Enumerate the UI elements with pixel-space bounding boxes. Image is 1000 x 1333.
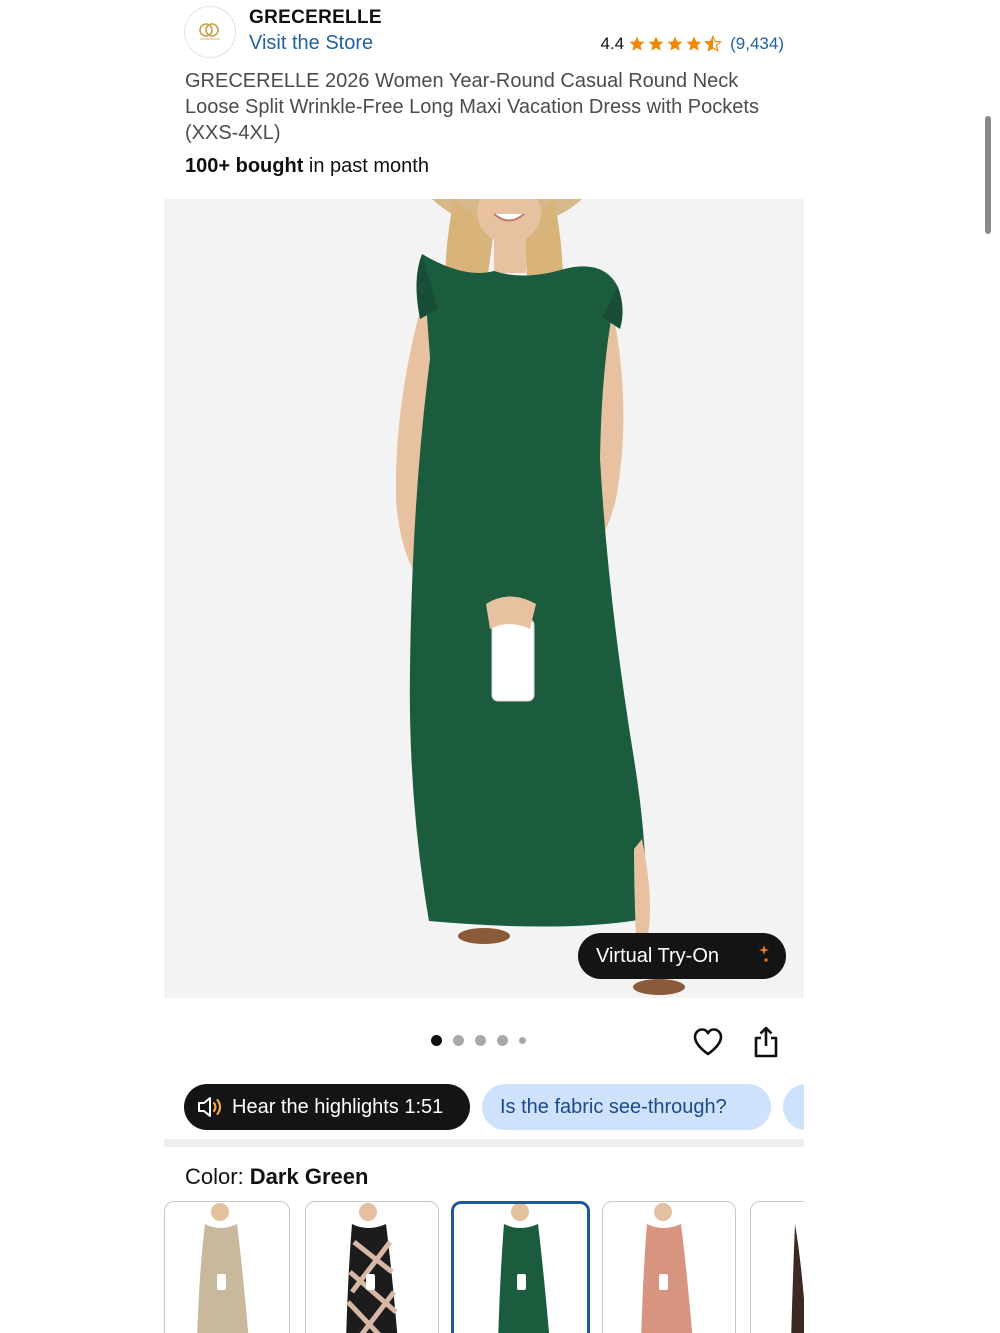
star-icon <box>629 36 645 51</box>
half-star-icon <box>704 35 723 52</box>
pagination-dot[interactable] <box>497 1035 508 1046</box>
color-label-prefix: Color: <box>185 1164 250 1189</box>
hear-highlights-button[interactable]: Hear the highlights 1:51 <box>184 1084 470 1130</box>
bought-in-past-month: 100+ bought in past month <box>185 155 429 178</box>
pagination-dot[interactable] <box>431 1035 442 1046</box>
star-icon <box>686 36 702 51</box>
pagination-dot[interactable] <box>453 1035 464 1046</box>
star-icon <box>667 36 683 51</box>
question-chip[interactable] <box>783 1084 804 1130</box>
sparkle-icon <box>759 945 769 962</box>
rating-value: 4.4 <box>600 34 625 53</box>
bought-period: in past month <box>303 155 429 177</box>
speaker-icon <box>198 1097 222 1117</box>
virtual-tryon-label: Virtual Try-On <box>596 944 719 967</box>
question-chip[interactable]: Is the fabric see-through? <box>482 1084 771 1130</box>
pagination-dot[interactable] <box>475 1035 486 1046</box>
share-icon <box>754 1026 778 1058</box>
star-rating <box>628 35 723 53</box>
product-title: GRECERELLE 2026 Women Year-Round Casual … <box>185 70 759 144</box>
store-logo[interactable] <box>184 6 236 58</box>
virtual-tryon-button[interactable]: Virtual Try-On <box>578 933 786 979</box>
wishlist-button[interactable] <box>692 1026 724 1058</box>
color-label: Color: Dark Green <box>185 1164 368 1190</box>
color-swatches <box>164 1201 804 1333</box>
color-swatch-dark-green[interactable] <box>451 1201 590 1333</box>
page-scrollbar[interactable] <box>985 116 991 234</box>
section-divider <box>164 1139 804 1147</box>
swatch-thumbnail <box>498 1204 550 1333</box>
share-button[interactable] <box>752 1025 780 1059</box>
dress-photo <box>164 199 804 998</box>
review-count[interactable]: (9,434) <box>730 34 784 54</box>
hear-highlights-label: Hear the highlights 1:51 <box>232 1095 444 1118</box>
visit-store-link[interactable]: Visit the Store <box>249 32 373 55</box>
star-icon <box>648 36 664 51</box>
color-swatch-black-pattern[interactable] <box>305 1201 439 1333</box>
rufus-chips: Hear the highlights 1:51 Is the fabric s… <box>184 1084 804 1130</box>
color-swatch-pink[interactable] <box>602 1201 736 1333</box>
rating-summary[interactable]: 4.4 (9,434) <box>600 34 784 54</box>
brand-name: GRECERELLE <box>249 7 382 28</box>
swatch-thumbnail <box>791 1224 804 1333</box>
question-chip-label: Is the fabric see-through? <box>500 1095 727 1118</box>
swatch-thumbnail <box>197 1203 249 1333</box>
color-swatch-khaki[interactable] <box>164 1201 290 1333</box>
image-pagination[interactable] <box>431 1035 526 1046</box>
swatch-thumbnail <box>346 1203 398 1333</box>
pagination-dot[interactable] <box>519 1037 526 1044</box>
store-logo-icon <box>199 23 220 40</box>
product-image[interactable] <box>164 199 804 998</box>
color-swatch-brown[interactable] <box>750 1201 804 1333</box>
swatch-thumbnail <box>641 1203 693 1333</box>
selected-color: Dark Green <box>249 1164 369 1189</box>
bought-count: 100+ bought <box>185 155 304 177</box>
heart-icon <box>693 1028 723 1056</box>
